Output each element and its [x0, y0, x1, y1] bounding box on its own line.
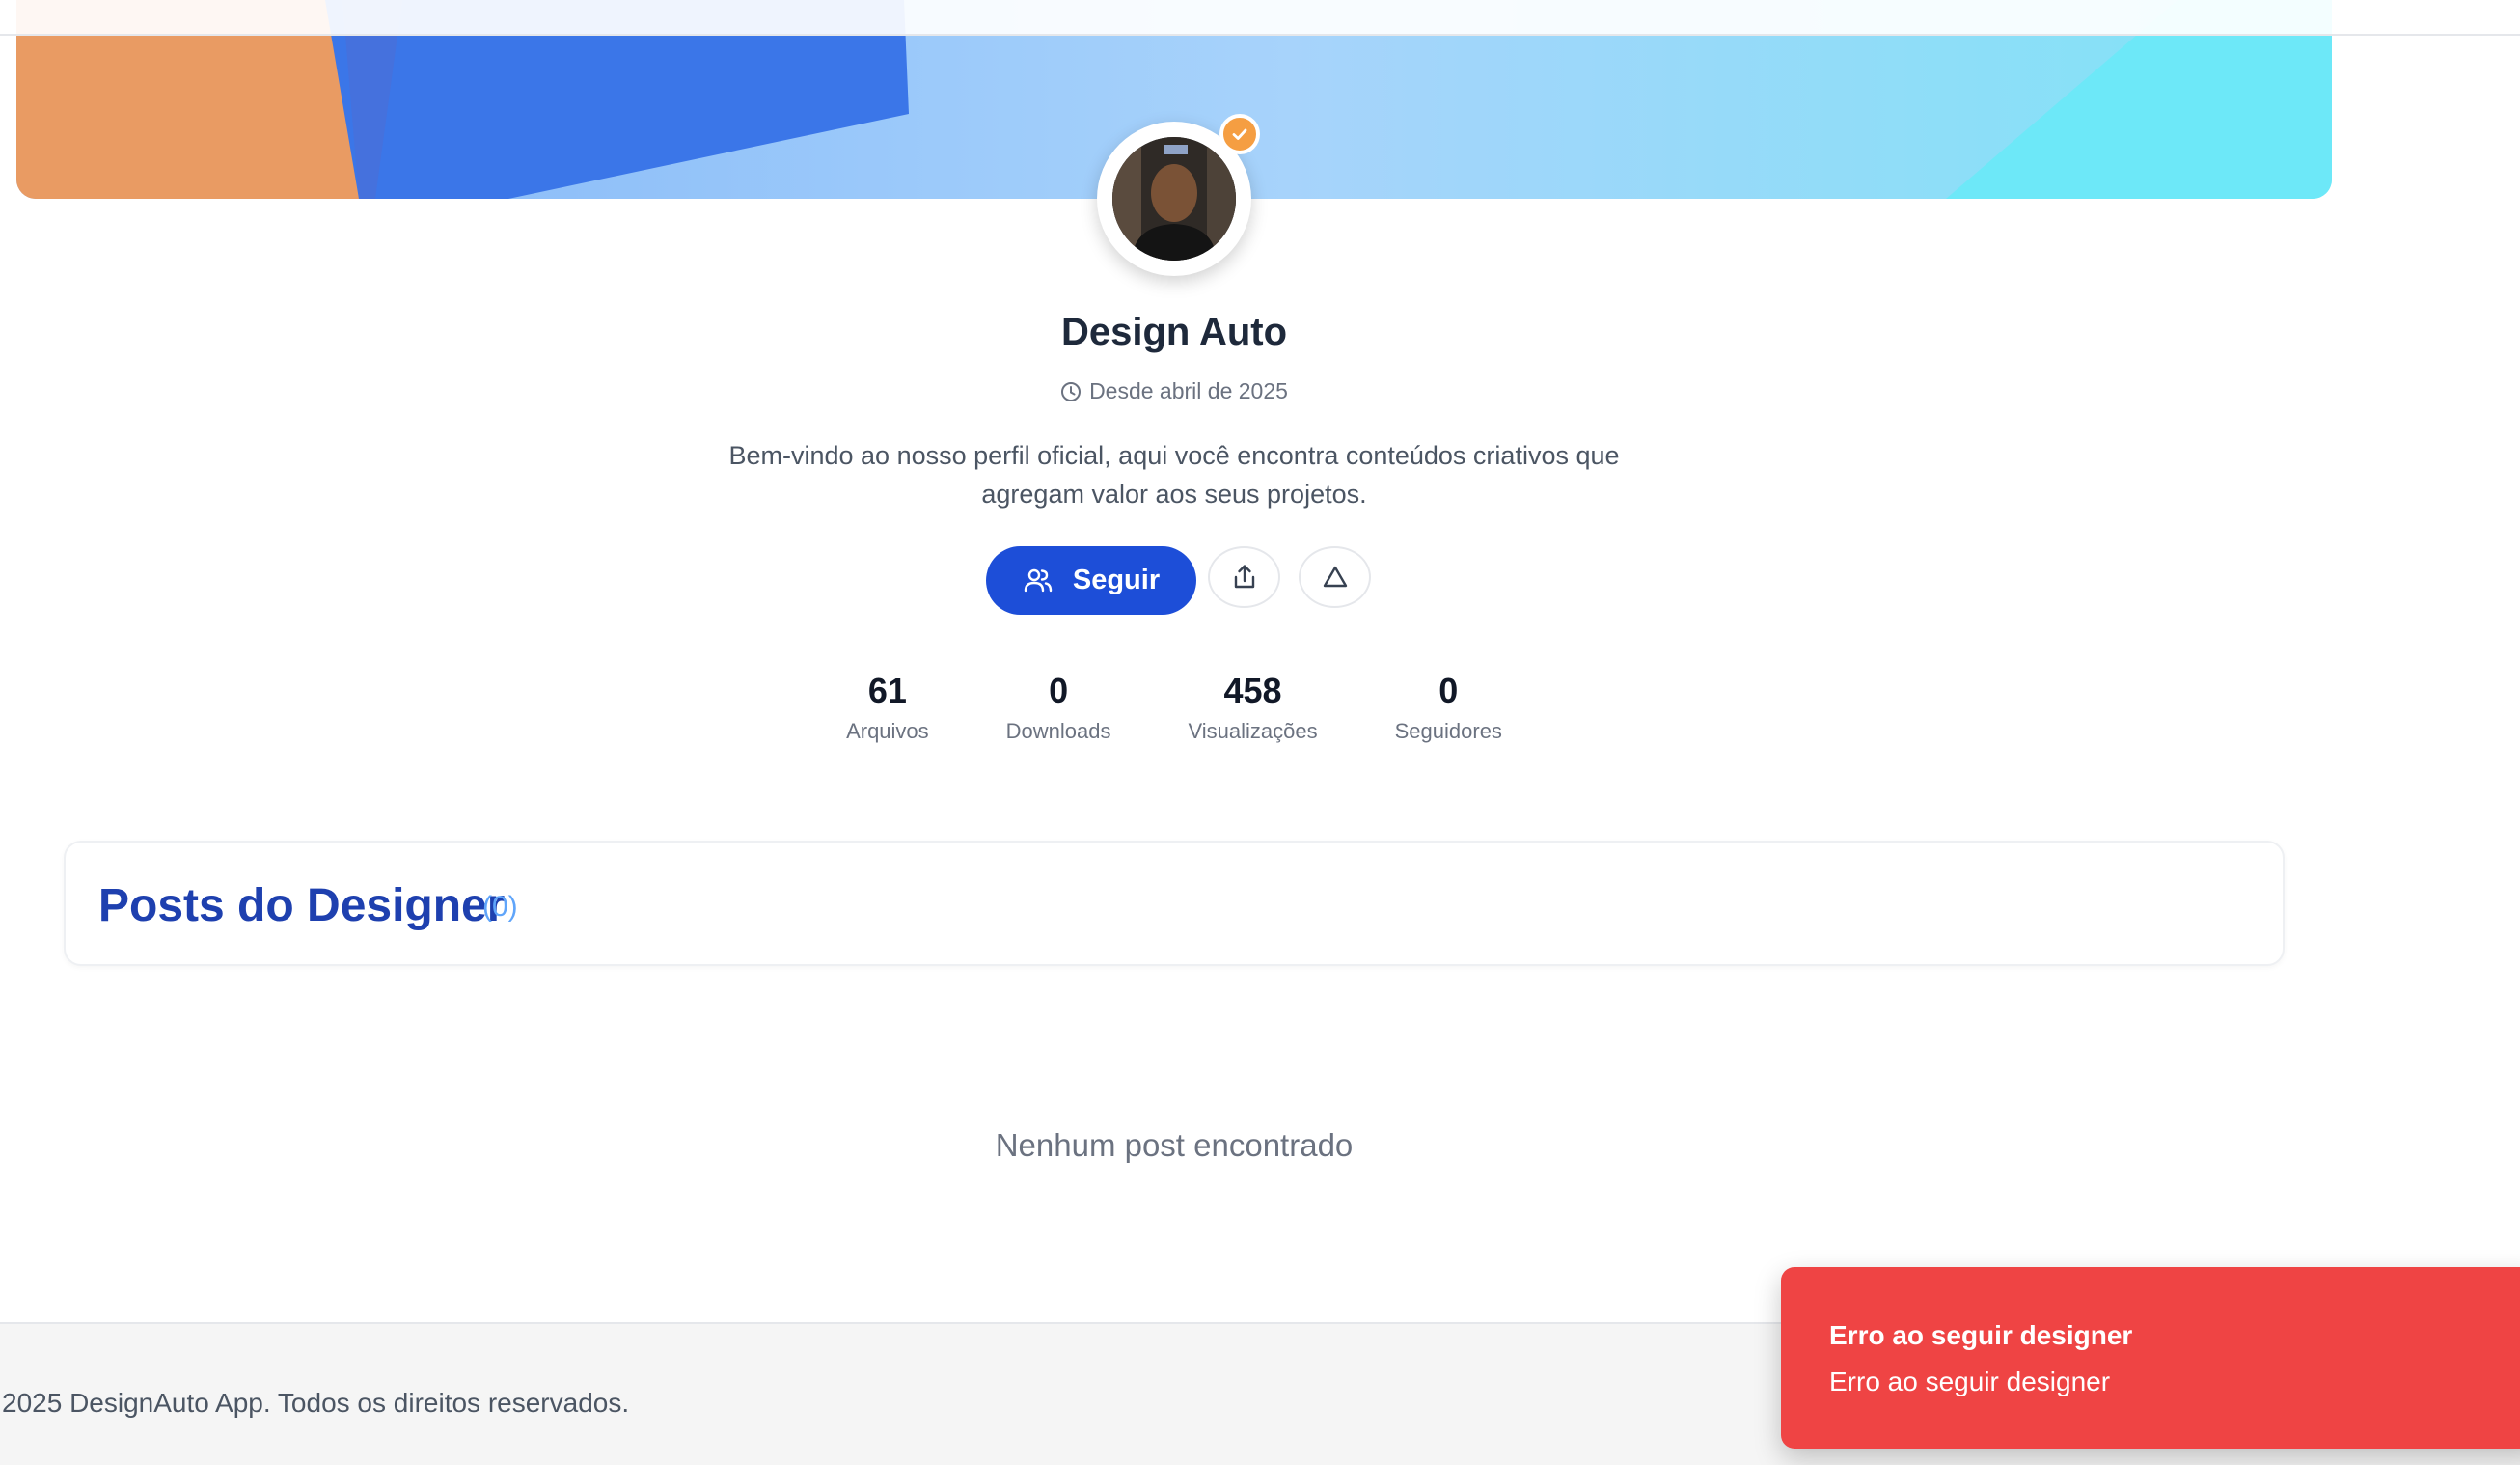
posts-title: Posts do Designer: [98, 880, 506, 931]
follow-label: Seguir: [1072, 565, 1161, 595]
stat-value: 0: [1049, 671, 1069, 710]
stat-files: 61 Arquivos: [808, 669, 968, 744]
stat-views: 458 Visualizações: [1150, 669, 1356, 744]
profile-bio: Bem-vindo ao nosso perfil oficial, aqui …: [728, 441, 1620, 509]
stat-label: Visualizações: [1188, 719, 1318, 743]
top-header: [0, 0, 2520, 36]
posts-count: (0): [482, 891, 518, 923]
since-text: Desde abril de 2025: [1089, 378, 1288, 403]
check-icon: [1232, 128, 1247, 140]
clock-icon: [1061, 381, 1082, 401]
posts-section-header: Posts do Designer (0): [64, 841, 2285, 966]
report-button[interactable]: [1299, 546, 1371, 608]
stat-downloads: 0 Downloads: [968, 669, 1150, 744]
warning-triangle-icon: [1323, 566, 1347, 588]
empty-posts-message: Nenhum post encontrado: [995, 1127, 1354, 1163]
member-since: Desde abril de 2025: [0, 378, 2348, 404]
profile-stats: 61 Arquivos 0 Downloads 458 Visualizaçõe…: [0, 669, 2348, 744]
stat-label: Downloads: [1005, 719, 1111, 743]
stat-value: 0: [1438, 671, 1459, 710]
users-icon: [1024, 568, 1053, 592]
stat-value: 61: [867, 671, 907, 710]
follow-button[interactable]: Seguir: [986, 546, 1196, 615]
toast-description: Erro ao seguir designer: [1829, 1367, 2111, 1396]
stat-label: Arquivos: [846, 719, 929, 743]
stat-value: 458: [1223, 671, 1282, 710]
stat-followers: 0 Seguidores: [1356, 669, 1541, 744]
verified-badge: [1219, 114, 1260, 154]
toast-title: Erro ao seguir designer: [1829, 1320, 2133, 1350]
error-toast[interactable]: Erro ao seguir designer Erro ao seguir d…: [1781, 1267, 2520, 1449]
share-icon: [1234, 565, 1254, 589]
avatar-photo: [1112, 137, 1236, 261]
stat-label: Seguidores: [1394, 719, 1502, 743]
share-button[interactable]: [1208, 546, 1280, 608]
footer-copyright: 2025 DesignAuto App. Todos os direitos r…: [2, 1388, 630, 1418]
profile-name: Design Auto: [1060, 311, 1288, 353]
